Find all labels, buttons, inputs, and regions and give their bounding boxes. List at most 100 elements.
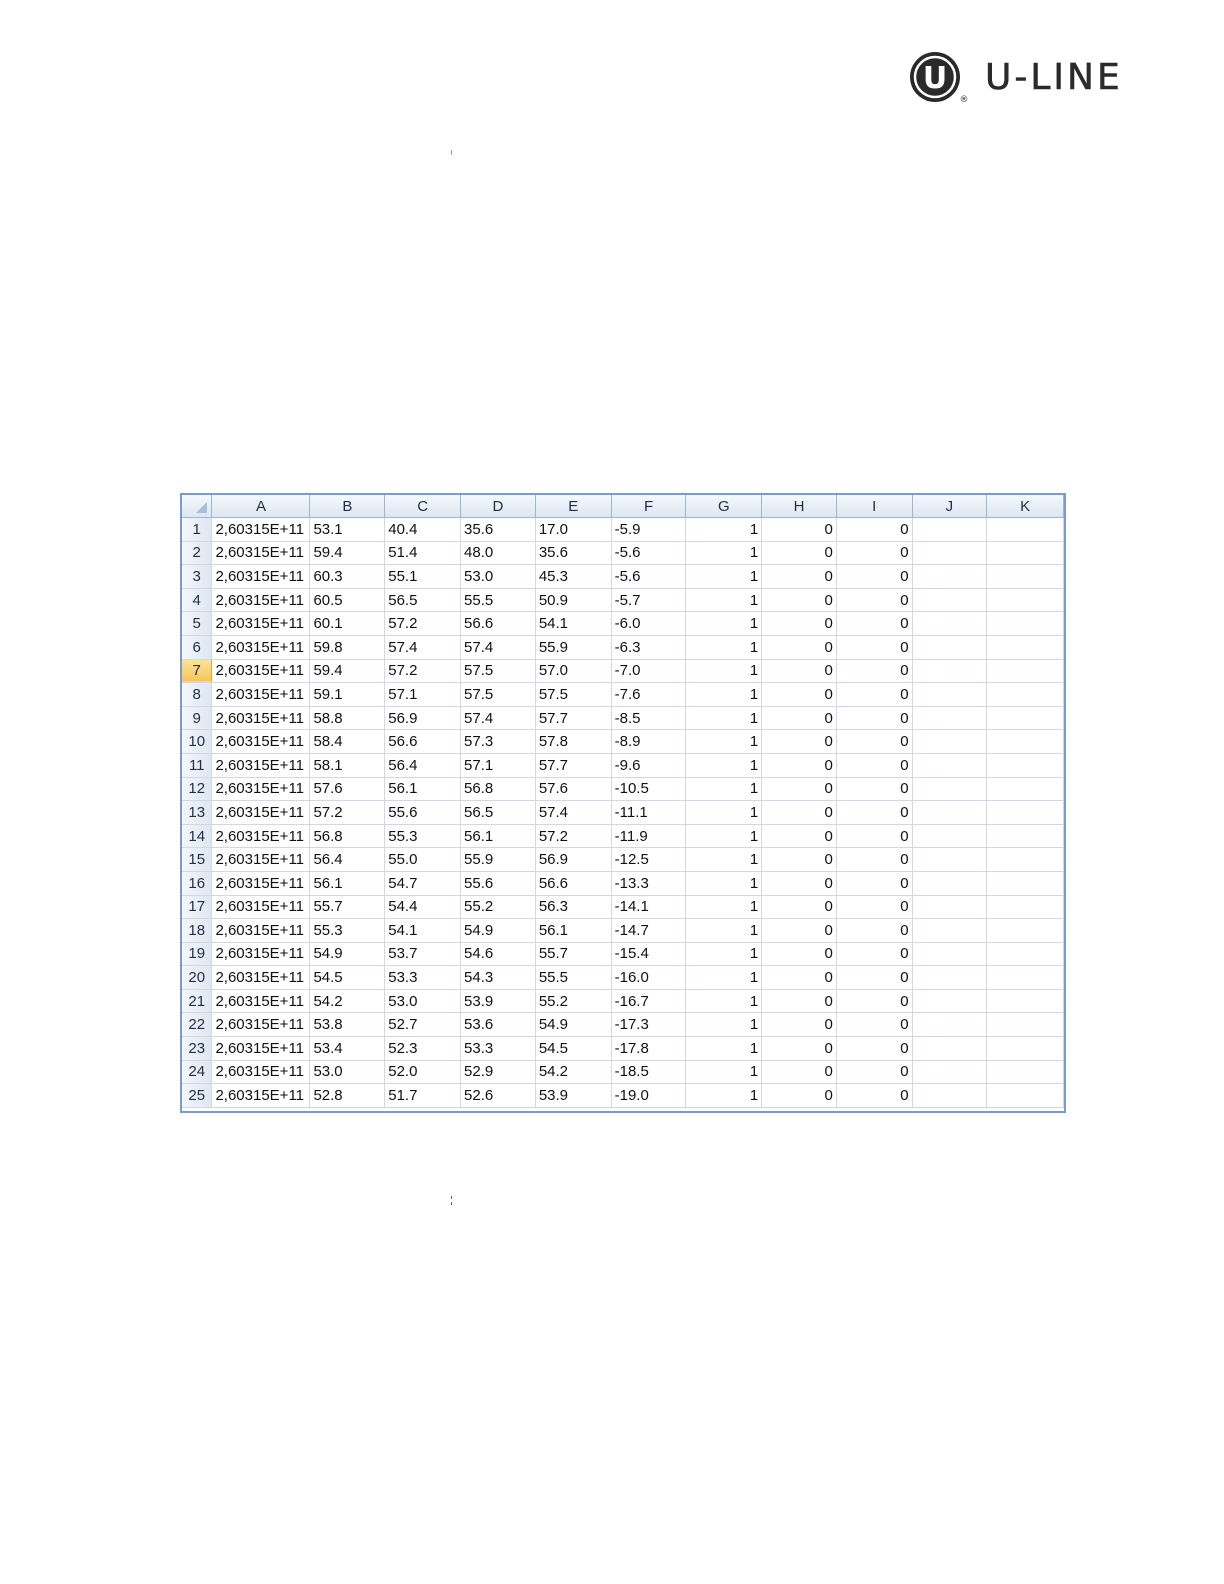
cell-f[interactable]: -10.5 bbox=[611, 777, 687, 802]
cell-i[interactable]: 0 bbox=[836, 1036, 913, 1061]
cell-a[interactable]: 2,60315E+11 bbox=[211, 895, 311, 920]
cell-f[interactable]: -14.7 bbox=[611, 918, 687, 943]
cell-b[interactable]: 56.4 bbox=[309, 847, 386, 872]
column-header-g[interactable]: G bbox=[685, 495, 763, 518]
cell-j[interactable] bbox=[912, 1036, 988, 1061]
cell-b[interactable]: 54.2 bbox=[309, 989, 386, 1014]
cell-d[interactable]: 48.0 bbox=[460, 541, 536, 566]
cell-f[interactable]: -16.7 bbox=[611, 989, 687, 1014]
cell-j[interactable] bbox=[912, 777, 988, 802]
cell-a[interactable]: 2,60315E+11 bbox=[211, 753, 311, 778]
cell-i[interactable]: 0 bbox=[836, 588, 913, 613]
cell-k[interactable] bbox=[986, 564, 1064, 589]
cell-b[interactable]: 55.7 bbox=[309, 895, 386, 920]
cell-f[interactable]: -12.5 bbox=[611, 847, 687, 872]
cell-i[interactable]: 0 bbox=[836, 564, 913, 589]
cell-e[interactable]: 55.2 bbox=[535, 989, 612, 1014]
cell-f[interactable]: -5.9 bbox=[611, 517, 687, 542]
cell-h[interactable]: 0 bbox=[761, 918, 837, 943]
cell-f[interactable]: -5.7 bbox=[611, 588, 687, 613]
cell-a[interactable]: 2,60315E+11 bbox=[211, 588, 311, 613]
cell-d[interactable]: 56.6 bbox=[460, 611, 536, 636]
cell-h[interactable]: 0 bbox=[761, 1060, 837, 1085]
cell-a[interactable]: 2,60315E+11 bbox=[211, 942, 311, 967]
cell-h[interactable]: 0 bbox=[761, 611, 837, 636]
cell-a[interactable]: 2,60315E+11 bbox=[211, 800, 311, 825]
cell-b[interactable]: 55.3 bbox=[309, 918, 386, 943]
cell-j[interactable] bbox=[912, 800, 988, 825]
cell-c[interactable]: 57.2 bbox=[384, 659, 462, 684]
cell-h[interactable]: 0 bbox=[761, 965, 837, 990]
row-header[interactable]: 18 bbox=[182, 918, 213, 943]
cell-h[interactable]: 0 bbox=[761, 777, 837, 802]
cell-j[interactable] bbox=[912, 517, 988, 542]
cell-a[interactable]: 2,60315E+11 bbox=[211, 706, 311, 731]
cell-b[interactable]: 53.0 bbox=[309, 1060, 386, 1085]
cell-k[interactable] bbox=[986, 871, 1064, 896]
cell-j[interactable] bbox=[912, 753, 988, 778]
cell-d[interactable]: 52.9 bbox=[460, 1060, 536, 1085]
cell-h[interactable]: 0 bbox=[761, 635, 837, 660]
cell-b[interactable]: 58.4 bbox=[309, 729, 386, 754]
row-header[interactable]: 22 bbox=[182, 1012, 213, 1038]
cell-c[interactable]: 55.6 bbox=[384, 800, 462, 825]
cell-h[interactable]: 0 bbox=[761, 989, 837, 1014]
cell-f[interactable]: -11.9 bbox=[611, 824, 687, 849]
cell-i[interactable]: 0 bbox=[836, 824, 913, 849]
cell-i[interactable]: 0 bbox=[836, 847, 913, 872]
cell-i[interactable]: 0 bbox=[836, 871, 913, 896]
row-header[interactable]: 16 bbox=[182, 871, 213, 896]
cell-c[interactable]: 51.4 bbox=[384, 541, 462, 566]
cell-h[interactable]: 0 bbox=[761, 1012, 837, 1038]
cell-k[interactable] bbox=[986, 847, 1064, 872]
cell-f[interactable]: -18.5 bbox=[611, 1060, 687, 1085]
row-header[interactable]: 7 bbox=[182, 659, 213, 684]
cell-i[interactable]: 0 bbox=[836, 777, 913, 802]
cell-j[interactable] bbox=[912, 847, 988, 872]
cell-c[interactable]: 56.9 bbox=[384, 706, 462, 731]
cell-k[interactable] bbox=[986, 824, 1064, 849]
cell-g[interactable]: 1 bbox=[685, 564, 763, 589]
cell-d[interactable]: 54.6 bbox=[460, 942, 536, 967]
cell-a[interactable]: 2,60315E+11 bbox=[211, 635, 311, 660]
column-header-f[interactable]: F bbox=[611, 495, 687, 518]
cell-i[interactable]: 0 bbox=[836, 1083, 913, 1108]
cell-f[interactable]: -11.1 bbox=[611, 800, 687, 825]
column-header-e[interactable]: E bbox=[535, 495, 612, 518]
cell-h[interactable]: 0 bbox=[761, 706, 837, 731]
cell-j[interactable] bbox=[912, 611, 988, 636]
column-header-j[interactable]: J bbox=[912, 495, 988, 518]
cell-d[interactable]: 57.3 bbox=[460, 729, 536, 754]
row-header[interactable]: 5 bbox=[182, 611, 213, 636]
cell-j[interactable] bbox=[912, 682, 988, 707]
cell-g[interactable]: 1 bbox=[685, 611, 763, 636]
cell-b[interactable]: 60.5 bbox=[309, 588, 386, 613]
cell-b[interactable]: 59.8 bbox=[309, 635, 386, 660]
cell-j[interactable] bbox=[912, 588, 988, 613]
row-header[interactable]: 20 bbox=[182, 965, 213, 990]
cell-k[interactable] bbox=[986, 588, 1064, 613]
cell-g[interactable]: 1 bbox=[685, 706, 763, 731]
cell-a[interactable]: 2,60315E+11 bbox=[211, 1036, 311, 1061]
cell-h[interactable]: 0 bbox=[761, 824, 837, 849]
cell-a[interactable]: 2,60315E+11 bbox=[211, 729, 311, 754]
column-header-c[interactable]: C bbox=[384, 495, 462, 518]
cell-g[interactable]: 1 bbox=[685, 1012, 763, 1038]
cell-g[interactable]: 1 bbox=[685, 989, 763, 1014]
cell-i[interactable]: 0 bbox=[836, 942, 913, 967]
cell-j[interactable] bbox=[912, 635, 988, 660]
cell-e[interactable]: 45.3 bbox=[535, 564, 612, 589]
cell-e[interactable]: 55.9 bbox=[535, 635, 612, 660]
cell-c[interactable]: 57.1 bbox=[384, 682, 462, 707]
cell-a[interactable]: 2,60315E+11 bbox=[211, 989, 311, 1014]
cell-j[interactable] bbox=[912, 1060, 988, 1085]
row-header[interactable]: 17 bbox=[182, 895, 213, 920]
cell-a[interactable]: 2,60315E+11 bbox=[211, 659, 311, 684]
cell-a[interactable]: 2,60315E+11 bbox=[211, 611, 311, 636]
cell-j[interactable] bbox=[912, 729, 988, 754]
cell-e[interactable]: 57.2 bbox=[535, 824, 612, 849]
cell-i[interactable]: 0 bbox=[836, 635, 913, 660]
cell-c[interactable]: 52.7 bbox=[384, 1012, 462, 1038]
cell-j[interactable] bbox=[912, 564, 988, 589]
cell-c[interactable]: 56.1 bbox=[384, 777, 462, 802]
